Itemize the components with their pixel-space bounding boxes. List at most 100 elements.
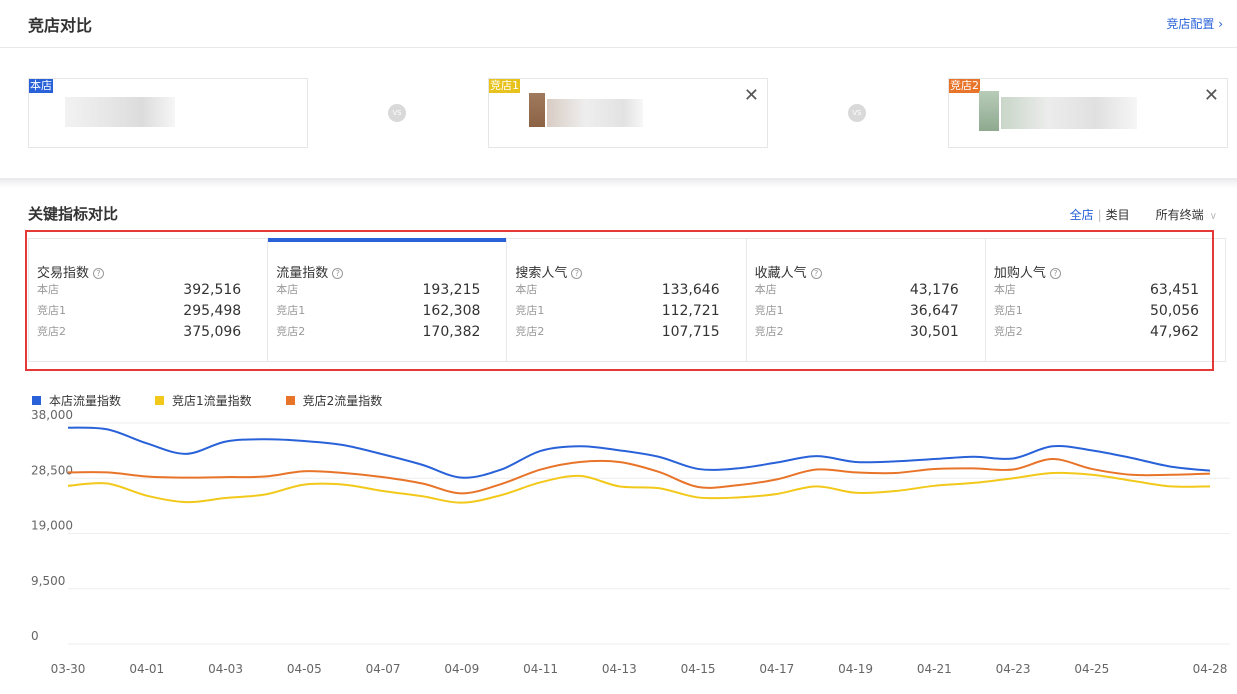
metric-name-label: 收藏人气 (754, 266, 807, 281)
metric-row: 竞店1 50,056 (993, 302, 1200, 319)
shop-logo-blurred (979, 91, 999, 131)
x-tick-label: 03-30 (51, 662, 86, 676)
x-tick-label: 04-28 (1193, 662, 1228, 676)
shop-name-blurred (547, 99, 643, 127)
metric-card[interactable]: 加购人气? 本店 63,451 竞店1 50,056 竞店2 47,962 (986, 239, 1225, 361)
chevron-down-icon[interactable]: ∨ (1210, 211, 1217, 222)
terminal-select[interactable]: 所有终端 (1156, 208, 1204, 222)
metric-row-value: 162,308 (422, 303, 481, 319)
shop-name-blurred (1001, 97, 1137, 129)
metric-row-value: 63,451 (1150, 282, 1200, 298)
metric-row-label: 竞店2 (993, 325, 1023, 338)
metric-row: 竞店2 170,382 (276, 323, 481, 340)
metric-row-label: 竞店2 (37, 325, 66, 338)
metric-row-value: 193,215 (422, 282, 481, 298)
metric-row: 竞店1 36,647 (755, 302, 959, 319)
shop-card-own[interactable]: 本店 (28, 78, 308, 148)
metric-row-value: 392,516 (183, 282, 242, 298)
metric-card[interactable]: 交易指数? 本店 392,516 竞店1 295,498 竞店2 375,096 (29, 239, 269, 361)
metric-row-value: 295,498 (183, 303, 242, 319)
close-icon[interactable]: ✕ (1204, 85, 1219, 106)
metric-row-label: 竞店2 (754, 325, 784, 338)
header-bar: 竞店对比 竞店配置 › (0, 0, 1237, 48)
help-icon[interactable]: ? (810, 268, 822, 279)
metric-row-value: 375,096 (183, 324, 242, 340)
metric-row: 本店 193,215 (276, 281, 481, 298)
vs-badge-2: VS (848, 104, 866, 122)
metric-name-label: 交易指数 (37, 266, 90, 281)
x-tick-label: 04-07 (366, 662, 401, 676)
metric-card[interactable]: 搜索人气? 本店 133,646 竞店1 112,721 竞店2 107,715 (507, 239, 747, 361)
metric-row-label: 竞店2 (276, 325, 306, 338)
metric-row-label: 竞店2 (515, 325, 545, 338)
metric-name: 搜索人气? (515, 262, 583, 281)
metric-row-label: 本店 (276, 283, 299, 296)
metric-row: 竞店2 107,715 (515, 323, 720, 340)
metric-name: 加购人气? (994, 262, 1061, 281)
shop-name-blurred (65, 97, 175, 127)
metric-row-label: 本店 (515, 283, 538, 296)
filter-all-store[interactable]: 全店 (1070, 208, 1094, 222)
close-icon[interactable]: ✕ (744, 85, 759, 106)
metric-row: 竞店1 112,721 (515, 302, 719, 319)
metric-row-label: 本店 (754, 283, 777, 296)
section-title: 关键指标对比 (28, 205, 119, 223)
metric-row: 竞店2 47,962 (993, 323, 1200, 340)
metric-row: 竞店2 375,096 (37, 323, 242, 340)
legend-label: 本店流量指数 (49, 394, 122, 408)
metric-row-label: 竞店1 (276, 304, 306, 317)
legend-swatch (32, 396, 41, 405)
x-tick-label: 04-23 (996, 662, 1031, 676)
metric-name: 流量指数? (276, 262, 344, 281)
help-icon[interactable]: ? (332, 268, 344, 279)
legend-item[interactable]: 本店流量指数 (32, 392, 121, 409)
metric-card[interactable]: 收藏人气? 本店 43,176 竞店1 36,647 竞店2 30,501 (747, 239, 986, 361)
shop-logo-blurred (529, 93, 545, 127)
metric-name: 交易指数? (37, 262, 105, 281)
shop-tag-own: 本店 (29, 79, 53, 93)
help-icon[interactable]: ? (1049, 268, 1061, 279)
shop-card-competitor-2[interactable]: 竞店2 ✕ (948, 78, 1228, 148)
metric-row-value: 107,715 (661, 324, 720, 340)
help-icon[interactable]: ? (571, 268, 583, 279)
metric-row-label: 本店 (993, 283, 1016, 296)
metric-row: 本店 133,646 (515, 281, 720, 298)
x-tick-label: 04-01 (129, 662, 164, 676)
legend-item[interactable]: 竞店2流量指数 (285, 392, 382, 409)
x-tick-label: 04-25 (1074, 662, 1109, 676)
metric-row-label: 竞店1 (993, 304, 1023, 317)
metric-row: 本店 392,516 (37, 281, 242, 298)
x-tick-label: 04-11 (523, 662, 558, 676)
metric-row-value: 47,962 (1150, 324, 1200, 340)
help-icon[interactable]: ? (93, 268, 105, 279)
metric-row-value: 36,647 (909, 303, 959, 319)
metric-name-label: 流量指数 (276, 266, 329, 281)
metric-row-value: 30,501 (909, 324, 959, 340)
x-tick-label: 04-05 (287, 662, 322, 676)
metric-row-value: 50,056 (1150, 303, 1200, 319)
metric-row-value: 170,382 (422, 324, 481, 340)
metric-name-label: 加购人气 (993, 266, 1046, 281)
metric-card[interactable]: 流量指数? 本店 193,215 竞店1 162,308 竞店2 170,382 (268, 238, 508, 361)
scope-filters: 全店 | 类目 所有终端 ∨ (1070, 206, 1217, 223)
metric-row: 本店 43,176 (754, 281, 959, 298)
filter-category[interactable]: 类目 (1106, 208, 1130, 222)
competitor-config-link[interactable]: 竞店配置 › (1166, 15, 1223, 32)
metric-row: 竞店1 295,498 (37, 302, 242, 319)
legend-label: 竞店1流量指数 (172, 394, 252, 408)
legend-item[interactable]: 竞店1流量指数 (155, 392, 252, 409)
metric-row: 本店 63,451 (993, 281, 1200, 298)
shop-card-competitor-1[interactable]: 竞店1 ✕ (488, 78, 768, 148)
metric-row: 竞店1 162,308 (276, 302, 481, 319)
x-tick-label: 04-13 (602, 662, 637, 676)
y-tick-label: 28,500 (31, 463, 73, 477)
x-tick-label: 04-09 (444, 662, 479, 676)
metric-row-value: 43,176 (909, 282, 959, 298)
series-line (67, 426, 1211, 479)
legend-swatch (285, 396, 295, 405)
vs-badge-1: VS (388, 104, 406, 122)
x-tick-label: 04-17 (759, 662, 794, 676)
y-tick-label: 19,000 (31, 519, 73, 533)
y-tick-label: 38,000 (31, 410, 73, 422)
metric-row-value: 133,646 (661, 282, 720, 298)
